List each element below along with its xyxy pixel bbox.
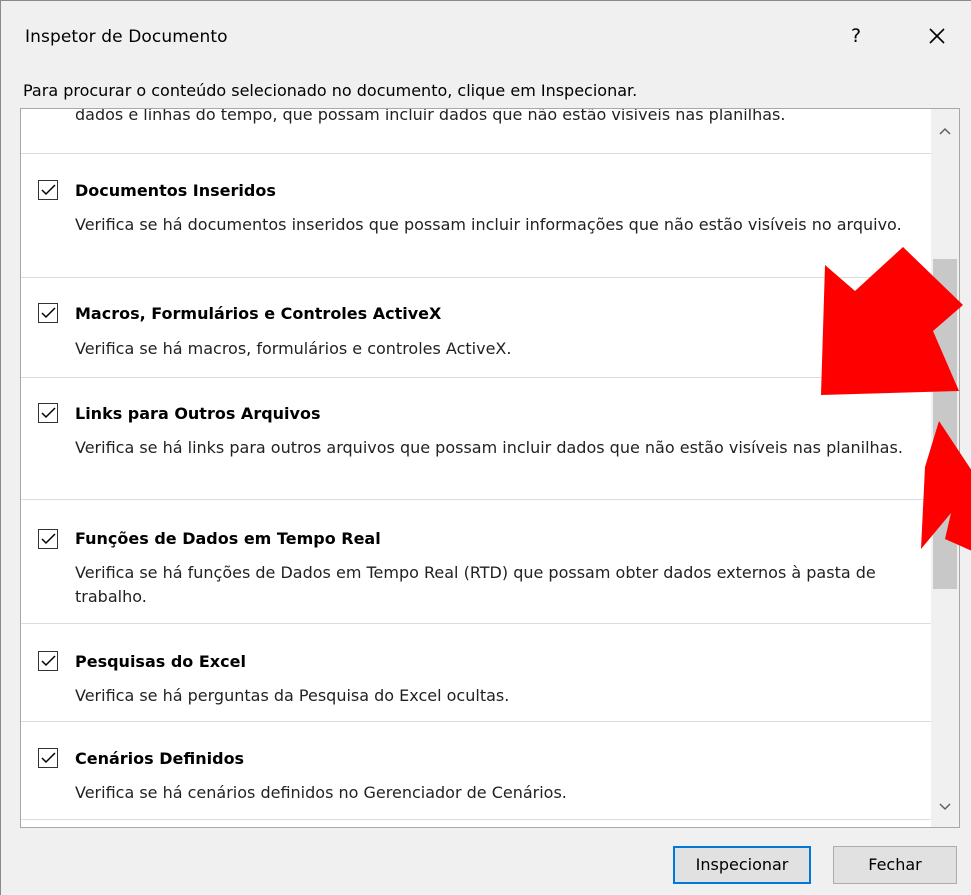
divider (21, 623, 931, 624)
inspection-list-panel: dados e linhas do tempo, que possam incl… (20, 108, 960, 828)
divider (21, 721, 931, 722)
help-button[interactable]: ? (841, 21, 871, 51)
checkbox-documentos-inseridos[interactable] (38, 180, 58, 200)
checkmark-icon (41, 307, 56, 319)
partial-item-description: dados e linhas do tempo, que possam incl… (75, 109, 786, 124)
checkbox-links[interactable] (38, 403, 58, 423)
divider (21, 277, 931, 278)
item-title: Documentos Inseridos (75, 181, 276, 200)
divider (21, 153, 931, 154)
close-icon (929, 28, 945, 44)
dialog-title: Inspetor de Documento (25, 27, 228, 47)
checkmark-icon (41, 533, 56, 545)
checkmark-icon (41, 752, 56, 764)
item-title: Funções de Dados em Tempo Real (75, 529, 381, 548)
vertical-scrollbar[interactable] (931, 109, 959, 827)
item-title: Pesquisas do Excel (75, 652, 246, 671)
item-title: Macros, Formulários e Controles ActiveX (75, 304, 442, 323)
chevron-up-icon (939, 127, 951, 135)
checkbox-macros[interactable] (38, 303, 58, 323)
item-description: Verifica se há documentos inseridos que … (75, 215, 902, 234)
scroll-up-button[interactable] (931, 117, 959, 145)
divider (21, 819, 931, 820)
checkmark-icon (41, 184, 56, 196)
checkbox-cenarios[interactable] (38, 748, 58, 768)
item-description: Verifica se há macros, formulários e con… (75, 339, 512, 358)
close-button[interactable] (919, 19, 955, 53)
checkbox-pesquisas[interactable] (38, 651, 58, 671)
chevron-down-icon (939, 803, 951, 811)
inspect-button[interactable]: Inspecionar (673, 846, 811, 884)
scrollbar-thumb[interactable] (933, 259, 957, 589)
close-dialog-button[interactable]: Fechar (833, 846, 957, 884)
item-title: Links para Outros Arquivos (75, 404, 321, 423)
checkmark-icon (41, 655, 56, 667)
scroll-down-button[interactable] (931, 793, 959, 821)
instructions-text: Para procurar o conteúdo selecionado no … (23, 81, 638, 100)
divider (21, 377, 931, 378)
document-inspector-dialog: Inspetor de Documento ? Para procurar o … (0, 0, 971, 895)
item-description: Verifica se há links para outros arquivo… (75, 438, 903, 457)
inspection-list: dados e linhas do tempo, que possam incl… (21, 109, 931, 827)
item-title: Cenários Definidos (75, 749, 245, 768)
checkbox-rtd[interactable] (38, 529, 58, 549)
item-description: Verifica se há funções de Dados em Tempo… (75, 563, 876, 606)
divider (21, 499, 931, 500)
item-description: Verifica se há perguntas da Pesquisa do … (75, 686, 510, 705)
checkmark-icon (41, 407, 56, 419)
item-description: Verifica se há cenários definidos no Ger… (75, 783, 567, 802)
